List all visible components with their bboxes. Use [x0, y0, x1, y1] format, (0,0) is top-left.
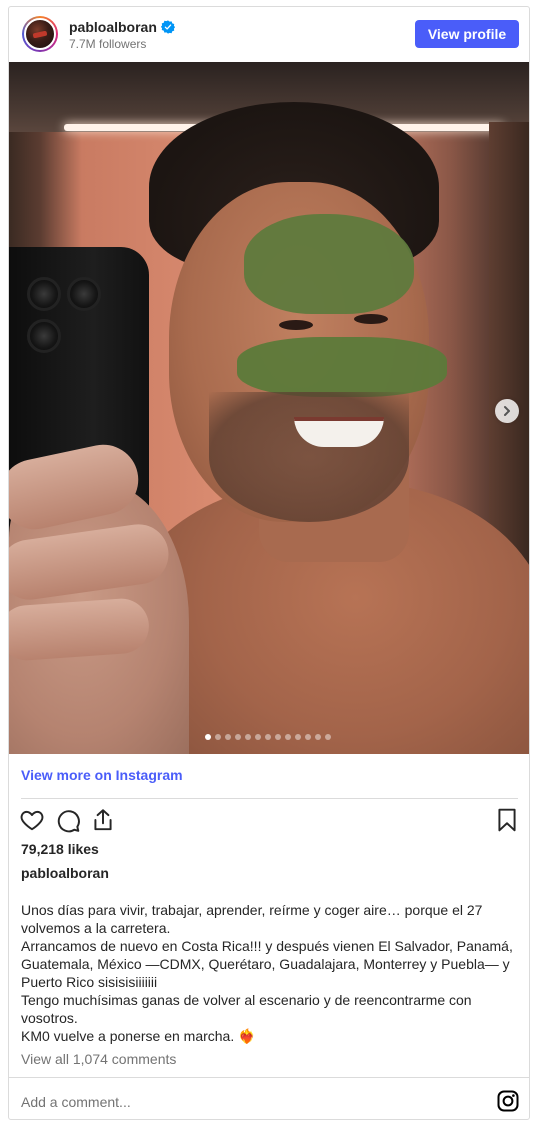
view-more-link[interactable]: View more on Instagram	[21, 767, 183, 783]
bookmark-icon[interactable]	[494, 807, 520, 833]
carousel-dot	[205, 734, 211, 740]
caption-line: Unos días para vivir, trabajar, aprender…	[21, 902, 483, 936]
carousel-dot	[235, 734, 241, 740]
share-icon[interactable]	[90, 807, 116, 833]
like-count[interactable]: 79,218 likes	[21, 841, 99, 857]
carousel-dot	[245, 734, 251, 740]
post-header: pabloalboran 7.7M followers View profile	[9, 7, 529, 62]
action-bar	[9, 807, 529, 835]
carousel-dot	[215, 734, 221, 740]
verified-badge-icon	[160, 20, 175, 34]
caption-line: KM0 vuelve a ponerse en marcha. ❤️‍🔥	[21, 1028, 256, 1044]
carousel-dot	[325, 734, 331, 740]
divider	[21, 798, 518, 799]
carousel-dot	[305, 734, 311, 740]
carousel-dot	[265, 734, 271, 740]
caption-line: Arrancamos de nuevo en Costa Rica!!! y d…	[21, 938, 513, 990]
carousel-dot	[225, 734, 231, 740]
view-profile-button[interactable]: View profile	[415, 20, 519, 48]
caption-text: Unos días para vivir, trabajar, aprender…	[21, 901, 521, 1045]
carousel-dot	[255, 734, 261, 740]
instagram-embed-card: pabloalboran 7.7M followers View profile	[8, 6, 530, 1120]
avatar[interactable]	[22, 16, 58, 52]
carousel-indicator	[205, 734, 331, 740]
caption-username[interactable]: pabloalboran	[21, 865, 109, 881]
username[interactable]: pabloalboran	[69, 19, 157, 35]
add-comment-input[interactable]: Add a comment...	[21, 1094, 131, 1110]
view-all-comments-link[interactable]: View all 1,074 comments	[21, 1051, 176, 1067]
follower-count: 7.7M followers	[69, 37, 147, 51]
divider	[9, 1077, 529, 1078]
heart-icon[interactable]	[19, 807, 45, 833]
post-image[interactable]	[9, 62, 529, 754]
carousel-dot	[285, 734, 291, 740]
carousel-dot	[315, 734, 321, 740]
comment-icon[interactable]	[55, 807, 81, 833]
carousel-next-button[interactable]	[495, 399, 519, 423]
instagram-logo-icon[interactable]	[496, 1089, 520, 1113]
caption-line: Tengo muchísimas ganas de volver al esce…	[21, 992, 472, 1026]
carousel-dot	[275, 734, 281, 740]
username-row: pabloalboran	[69, 19, 175, 35]
chevron-right-icon	[504, 406, 510, 416]
carousel-dot	[295, 734, 301, 740]
